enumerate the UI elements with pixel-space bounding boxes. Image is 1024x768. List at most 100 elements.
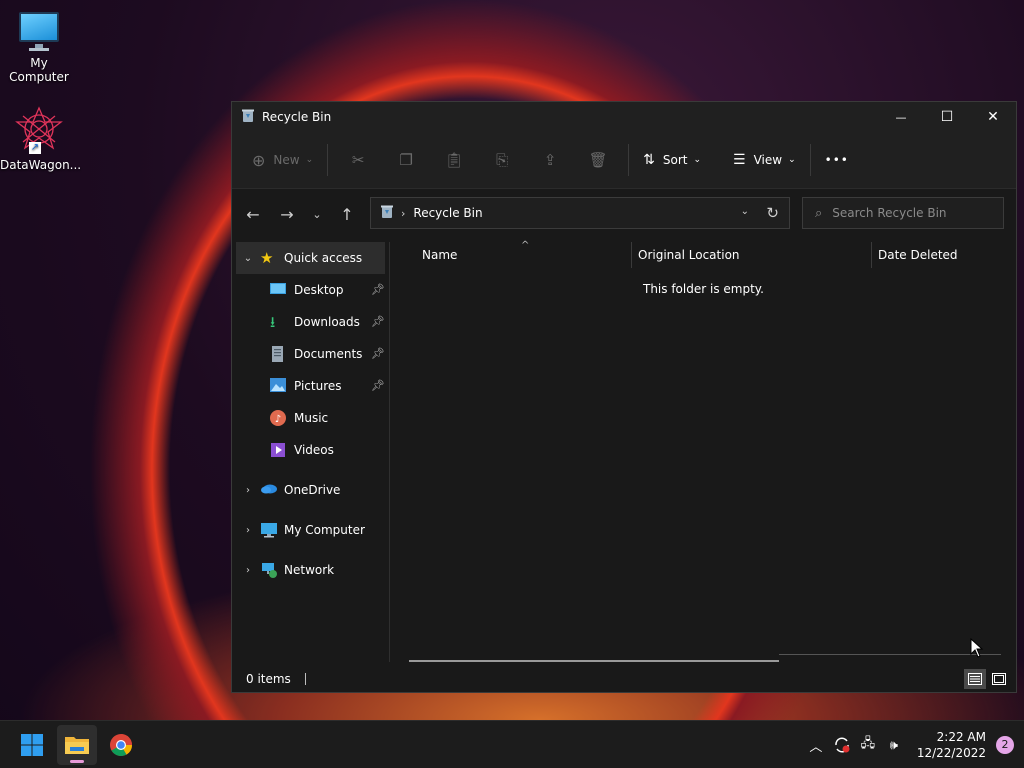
network-icon	[260, 562, 278, 578]
more-icon: •••	[824, 153, 849, 167]
desktop-icon-datawagon[interactable]: ↗ DataWagon...	[0, 106, 82, 172]
nav-label: OneDrive	[284, 483, 341, 497]
large-icons-view-icon	[992, 673, 1006, 685]
chevron-right-icon[interactable]: ›	[236, 525, 260, 536]
mouse-cursor-icon	[970, 638, 984, 658]
sync-error-icon	[835, 737, 850, 753]
nav-label: Music	[294, 411, 329, 425]
search-box[interactable]: ⌕	[802, 197, 1004, 229]
datawagon-logo-icon: ↗	[15, 106, 63, 154]
details-view-icon	[968, 673, 982, 685]
sort-button[interactable]: ⇅ Sort ⌄	[635, 144, 709, 176]
recycle-bin-icon	[381, 205, 393, 222]
copy-button[interactable]: ❐	[382, 144, 430, 176]
arrow-up-icon: ↑	[340, 205, 354, 224]
close-button[interactable]: ✕	[970, 102, 1016, 132]
plus-circle-icon: ⊕	[252, 150, 266, 170]
delete-button[interactable]: 🗑︎	[574, 144, 622, 176]
paste-icon: 📋︎	[444, 151, 464, 169]
refresh-icon[interactable]: ↻	[766, 204, 779, 222]
view-button[interactable]: ☰ View ⌄	[725, 144, 804, 176]
chevron-down-icon: ⌄	[312, 208, 322, 221]
taskbar-file-explorer[interactable]	[57, 725, 97, 765]
file-explorer-window: Recycle Bin — ☐ ✕ ⊕ New ⌄ ✂ ❐ 📋︎ ⎘ ⇪ 🗑︎ …	[231, 101, 1017, 693]
taskbar-chrome[interactable]	[101, 725, 141, 765]
scrollbar-track	[779, 654, 1001, 655]
clock-date: 12/22/2022	[916, 746, 986, 760]
minimize-button[interactable]: —	[878, 102, 924, 132]
nav-desktop[interactable]: Desktop 📌︎	[232, 274, 389, 306]
nav-documents[interactable]: Documents 📌︎	[232, 338, 389, 370]
share-button[interactable]: ⇪	[526, 144, 574, 176]
nav-label: My Computer	[284, 523, 365, 537]
start-button[interactable]	[12, 725, 52, 765]
pin-icon: 📌︎	[371, 379, 385, 392]
nav-network[interactable]: › Network	[236, 554, 389, 586]
nav-videos[interactable]: Videos	[232, 434, 389, 466]
address-dropdown-icon[interactable]: ⌄	[741, 206, 749, 217]
clock-time: 2:22 AM	[936, 730, 986, 744]
computer-icon	[260, 522, 278, 538]
show-hidden-icons-button[interactable]: ︿	[803, 733, 829, 757]
chevron-right-icon[interactable]: ›	[236, 565, 260, 576]
breadcrumb-recycle-bin[interactable]: Recycle Bin	[413, 206, 482, 220]
back-button[interactable]: ←	[236, 200, 270, 230]
new-button[interactable]: ⊕ New ⌄	[244, 144, 321, 176]
nav-my-computer[interactable]: › My Computer	[236, 514, 389, 546]
nav-label: Quick access	[284, 251, 363, 265]
view-label: View	[753, 153, 783, 167]
maximize-button[interactable]: ☐	[924, 102, 970, 132]
view-list-icon: ☰	[733, 152, 746, 168]
windows-logo-icon	[21, 734, 43, 756]
large-icons-view-button[interactable]	[988, 669, 1010, 689]
notification-badge[interactable]: 2	[996, 736, 1014, 754]
file-list: ^ Name Original Location Date Deleted Th…	[391, 240, 1016, 662]
speaker-icon: 🕪︎	[889, 737, 898, 753]
nav-pictures[interactable]: Pictures 📌︎	[232, 370, 389, 402]
column-date-deleted[interactable]: Date Deleted	[878, 248, 958, 262]
ethernet-icon: 🖧︎	[860, 736, 876, 751]
title-bar[interactable]: Recycle Bin — ☐ ✕	[232, 102, 1016, 132]
desktop-icon-label: DataWagon...	[0, 158, 82, 172]
desktop-icon-label: My Computer	[9, 56, 69, 84]
up-button[interactable]: ↑	[330, 200, 364, 230]
minimize-icon: —	[895, 110, 907, 124]
column-original-location[interactable]: Original Location	[638, 248, 740, 262]
paste-button[interactable]: 📋︎	[430, 144, 478, 176]
cut-button[interactable]: ✂	[334, 144, 382, 176]
nav-downloads[interactable]: ⭳ Downloads 📌︎	[232, 306, 389, 338]
more-options-button[interactable]: •••	[817, 144, 857, 176]
forward-button[interactable]: →	[270, 200, 304, 230]
column-header-row: ^ Name Original Location Date Deleted	[391, 240, 1016, 268]
rename-button[interactable]: ⎘	[478, 144, 526, 176]
nav-label: Downloads	[294, 315, 360, 329]
nav-quick-access[interactable]: ⌄ ★ Quick access	[236, 242, 385, 274]
search-input[interactable]	[832, 206, 993, 220]
recent-locations-button[interactable]: ⌄	[304, 200, 330, 230]
navigation-pane: ⌄ ★ Quick access Desktop 📌︎ ⭳ Downloads …	[232, 242, 390, 662]
details-view-button[interactable]	[964, 669, 986, 689]
volume-button[interactable]: 🕪︎	[881, 733, 907, 757]
nav-label: Network	[284, 563, 335, 577]
nav-onedrive[interactable]: › OneDrive	[236, 474, 389, 506]
desktop-icon-my-computer[interactable]: My Computer	[0, 10, 78, 84]
nav-label: Videos	[294, 443, 334, 457]
sync-status-button[interactable]	[829, 733, 855, 757]
maximize-icon: ☐	[940, 109, 954, 125]
status-bar: 0 items	[232, 666, 1016, 692]
close-icon: ✕	[987, 109, 999, 125]
clock[interactable]: 2:22 AM 12/22/2022	[917, 729, 986, 761]
nav-music[interactable]: ♪ Music	[232, 402, 389, 434]
address-bar[interactable]: › Recycle Bin ⌄ ↻	[370, 197, 790, 229]
arrow-right-icon: →	[280, 205, 294, 224]
horizontal-scrollbar[interactable]	[409, 660, 779, 662]
network-status-button[interactable]: 🖧︎	[855, 733, 881, 757]
copy-icon: ❐	[399, 151, 413, 169]
folder-icon	[65, 737, 89, 754]
column-name[interactable]: Name	[422, 248, 457, 262]
chevron-down-icon[interactable]: ⌄	[236, 253, 260, 264]
cut-icon: ✂	[351, 151, 365, 169]
trash-icon: 🗑︎	[588, 151, 608, 169]
share-icon: ⇪	[543, 151, 557, 169]
chevron-right-icon[interactable]: ›	[236, 485, 260, 496]
